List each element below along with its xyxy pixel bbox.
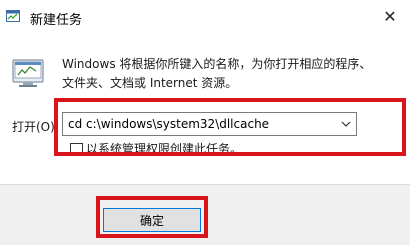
- close-icon: ✕: [383, 6, 397, 26]
- description-text: Windows 将根据你所键入的名称，为你打开相应的程序、文件夹、文档或 Int…: [62, 57, 372, 90]
- run-program-icon: [10, 55, 46, 91]
- highlight-command-box: [54, 98, 406, 156]
- title-bar: 新建任务 ✕: [0, 0, 410, 36]
- open-label: 打开(O):: [12, 120, 59, 134]
- highlight-ok-button: [96, 196, 208, 238]
- window-title: 新建任务: [30, 13, 83, 28]
- task-manager-icon: [6, 9, 20, 23]
- close-button[interactable]: ✕: [370, 0, 410, 32]
